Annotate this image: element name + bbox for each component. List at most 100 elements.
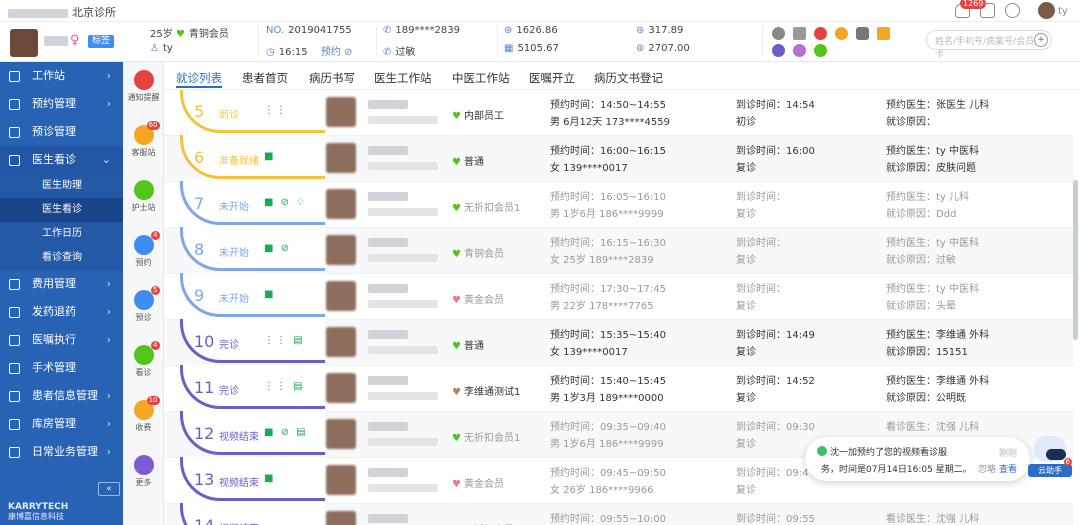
- sidebar-item-label: 预诊管理: [32, 125, 76, 138]
- queue-number: 10: [194, 332, 215, 351]
- appointment-info: 预约时间：16:15~16:30 女 25岁 189****2839: [550, 235, 666, 269]
- shortcut-item[interactable]: 4 预约: [123, 231, 164, 268]
- menu-icon: [9, 127, 20, 138]
- appointment-info: 预约时间：16:05~16:10 男 1岁6月 186****9999: [550, 189, 666, 223]
- inbox-icon[interactable]: [980, 3, 995, 18]
- table-row[interactable]: 6 准备就绪 ■ ♥ 普通 预约时间：16:00~16:15 女 139****0017 到诊…: [164, 135, 1074, 182]
- tab-0[interactable]: 就诊列表: [176, 70, 222, 88]
- tab-6[interactable]: 病历文书登记: [594, 70, 663, 86]
- sidebar-item[interactable]: 手术管理: [0, 354, 123, 382]
- table-row[interactable]: 10 完诊 ⋮⋮ ▤ ♥ 普通 预约时间：15:35~15:40 女 139****0017…: [164, 319, 1074, 366]
- user-menu[interactable]: ty: [1035, 2, 1068, 19]
- bulb-icon[interactable]: [793, 44, 806, 57]
- sidebar-item-label: 手术管理: [32, 361, 76, 374]
- sidebar-item[interactable]: 医嘱执行 ›: [0, 326, 123, 354]
- appt-time: 预约时间：09:55~10:00: [550, 514, 667, 525]
- sidebar-item[interactable]: 医生看诊 ⌄: [0, 146, 123, 174]
- shortcut-item[interactable]: 4 看诊: [123, 341, 164, 378]
- search-input[interactable]: 姓名/手机号/病案号/会员卡 +: [926, 30, 1052, 60]
- tab-3[interactable]: 医生工作站: [374, 70, 432, 86]
- sidebar-subitem[interactable]: 工作日历: [0, 222, 123, 246]
- member-icon: ♥: [452, 387, 461, 398]
- sidebar-item[interactable]: 预诊管理: [0, 118, 123, 146]
- shortcut-item[interactable]: 更多: [123, 455, 164, 488]
- table-row[interactable]: 9 未开始 ■ ♥ 黄金会员 预约时间：17:30~17:45 男 22岁 178****7…: [164, 273, 1074, 320]
- row-action-icons[interactable]: ■ ⊘ ▤: [264, 427, 308, 438]
- menu-icon: [9, 363, 20, 374]
- record-icon[interactable]: [793, 27, 806, 40]
- shortcut-item[interactable]: 10 收费: [123, 396, 164, 433]
- chevron-icon: ›: [106, 97, 111, 110]
- row-action-icons[interactable]: ■: [264, 151, 275, 162]
- scrollbar[interactable]: [1073, 180, 1078, 340]
- sidebar-item[interactable]: 库房管理 ›: [0, 410, 123, 438]
- sidebar-item[interactable]: 日常业务管理 ›: [0, 438, 123, 466]
- tab-1[interactable]: 患者首页: [242, 70, 288, 86]
- visit-reason: 就诊原因：头晕: [886, 301, 956, 312]
- gift-icon[interactable]: [877, 27, 890, 40]
- tab-2[interactable]: 病历书写: [309, 70, 355, 86]
- patient-name: [368, 514, 408, 523]
- shortcut-item[interactable]: 通知提醒: [123, 70, 164, 103]
- sidebar-item[interactable]: 预约管理 ›: [0, 90, 123, 118]
- patient-name: [44, 36, 68, 46]
- coin-icon[interactable]: [835, 27, 848, 40]
- sidebar-item[interactable]: 费用管理 ›: [0, 270, 123, 298]
- assistant-bot[interactable]: 云助手 6: [1028, 430, 1072, 480]
- tag-button[interactable]: 标签: [88, 35, 115, 48]
- row-action-icons[interactable]: ■ ⊘ ♢: [264, 197, 307, 208]
- table-row[interactable]: 5 到诊 ⋮⋮ ♥ 内部员工 预约时间：14:50~14:55 男 6月12天 173***…: [164, 90, 1074, 136]
- doctor-info: 看诊医生：沈强 儿科: [886, 511, 979, 525]
- menu-icon: [9, 307, 20, 318]
- shield-icon[interactable]: [856, 27, 869, 40]
- arrival-info: 到诊时间：14:49 复诊: [736, 327, 815, 361]
- table-row[interactable]: 8 未开始 ■ ⊘ ♥ 青铜会员 预约时间：16:15~16:30 女 25岁 189***…: [164, 227, 1074, 274]
- row-action-icons[interactable]: ⋮⋮: [264, 105, 288, 116]
- menu-icon: [9, 447, 20, 458]
- ignore-link[interactable]: 忽略: [978, 462, 996, 475]
- tab-4[interactable]: 中医工作站: [452, 70, 510, 86]
- help-icon[interactable]: [1005, 3, 1020, 18]
- visit-reason: 就诊原因：Ddd: [886, 209, 957, 220]
- sidebar-item-label: 预约管理: [32, 97, 76, 110]
- collapse-button[interactable]: «: [98, 482, 120, 496]
- visit-status: 完诊: [219, 340, 239, 351]
- row-action-icons[interactable]: ⋮⋮ ▤: [264, 381, 305, 392]
- sidebar-item[interactable]: 患者信息管理 ›: [0, 382, 123, 410]
- sidebar-item-label: 发药退药: [32, 305, 76, 318]
- arrival-info: 到诊时间： 复诊: [736, 189, 786, 223]
- table-row[interactable]: 14 视频结束 ♥无折扣会员1 预约时间：09:55~10:00 到诊时间：09:55 看…: [164, 503, 1074, 525]
- arrival-info: 到诊时间：09:30 复诊: [736, 419, 815, 453]
- shortcut-item[interactable]: 60 客服站: [123, 121, 164, 158]
- user-icon[interactable]: [772, 44, 785, 57]
- row-action-icons[interactable]: ■ ⊘: [264, 243, 291, 254]
- shortcut-label: 客服站: [131, 148, 156, 157]
- notification-popup[interactable]: 沈一加预约了您的视频看诊服 刚刚 务，时间是07月14日16:05 星期二。 忽…: [805, 437, 1030, 481]
- member-label: 普通: [463, 157, 484, 168]
- shortcut-item[interactable]: 5 预诊: [123, 286, 164, 323]
- sidebar-subitem[interactable]: 医生看诊: [0, 198, 123, 222]
- shortcut-item[interactable]: 护士站: [123, 180, 164, 213]
- member-label: 青铜会员: [463, 249, 504, 260]
- shortcut-label: 更多: [135, 478, 152, 487]
- row-action-icons[interactable]: ■: [264, 473, 275, 484]
- patient-avatar: [326, 327, 356, 357]
- chevron-icon: ›: [106, 445, 111, 458]
- tab-5[interactable]: 医嘱开立: [529, 70, 575, 86]
- sidebar-subitem[interactable]: 看诊查询: [0, 246, 123, 270]
- balance-4: ⊛ 2707.00: [636, 43, 690, 54]
- alert-icon[interactable]: [814, 27, 827, 40]
- view-link[interactable]: 查看: [999, 462, 1017, 475]
- patient-avatar: [326, 465, 356, 495]
- row-action-icons[interactable]: ⋮⋮ ▤: [264, 335, 305, 346]
- add-icon[interactable]: +: [1034, 33, 1048, 47]
- chat-icon[interactable]: [772, 27, 785, 40]
- wechat-icon[interactable]: [814, 44, 827, 57]
- table-row[interactable]: 11 完诊 ⋮⋮ ▤ ♥ 李维通测试1 预约时间：15:40~15:45 男 1岁3月 18…: [164, 365, 1074, 412]
- sidebar-item[interactable]: 发药退药 ›: [0, 298, 123, 326]
- patient-id: [368, 346, 438, 354]
- sidebar-item[interactable]: 工作站 ›: [0, 62, 123, 90]
- sidebar-subitem[interactable]: 医生助理: [0, 174, 123, 198]
- table-row[interactable]: 7 未开始 ■ ⊘ ♢ ♥ 无折扣会员1 预约时间：16:05~16:10 男 1岁6月 1…: [164, 181, 1074, 228]
- row-action-icons[interactable]: ■: [264, 289, 275, 300]
